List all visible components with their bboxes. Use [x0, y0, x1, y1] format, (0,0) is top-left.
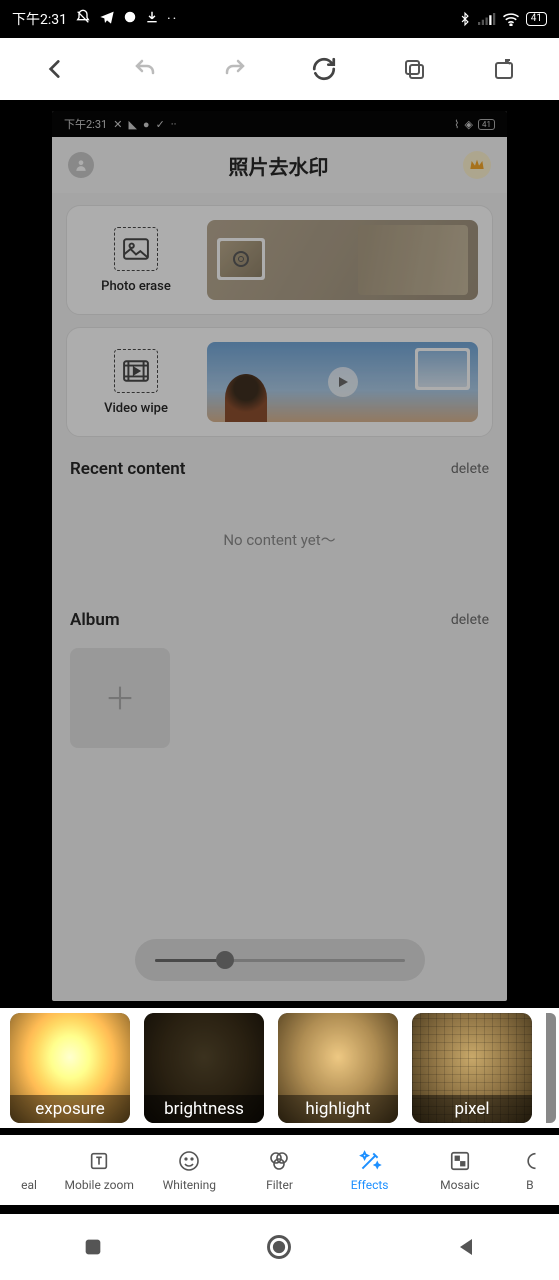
battery-icon: 41	[478, 119, 495, 130]
partial-icon	[517, 1148, 543, 1174]
tabs-button[interactable]	[400, 55, 428, 83]
inner-app-screenshot: 下午2:31 ✕ ◣ ●✓·· ⌇ ◈ 41 照片去水印	[52, 111, 507, 1001]
tool-b[interactable]: B	[515, 1148, 545, 1192]
telegram-icon: ◣	[128, 118, 136, 131]
inner-app-title: 照片去水印	[229, 151, 329, 180]
face-icon	[176, 1148, 202, 1174]
play-icon	[328, 367, 358, 397]
tools-bar: eal Mobile zoom Whitening Filter Effects…	[0, 1135, 559, 1205]
effect-label: brightness	[144, 1095, 264, 1123]
slider-thumb[interactable]	[216, 951, 234, 969]
bell-off-icon	[75, 9, 91, 29]
effect-label: exposure	[10, 1095, 130, 1123]
tool-effects[interactable]: Effects	[335, 1148, 405, 1192]
tool-filter[interactable]: Filter	[244, 1148, 314, 1192]
album-title: Album	[70, 610, 120, 630]
effects-strip[interactable]: exposure brightness highlight pixel	[0, 1008, 559, 1128]
system-back-button[interactable]	[450, 1231, 482, 1263]
recent-delete-button[interactable]: delete	[451, 461, 489, 477]
recent-empty-message: No content yet～	[52, 489, 507, 600]
adjustment-slider[interactable]	[135, 939, 425, 981]
browser-nav-bar	[0, 38, 559, 100]
inner-status-bar: 下午2:31 ✕ ◣ ●✓·· ⌇ ◈ 41	[52, 111, 507, 137]
tool-whitening[interactable]: Whitening	[154, 1148, 224, 1192]
redo-button[interactable]	[221, 55, 249, 83]
photo-erase-label: Photo erase	[101, 279, 171, 294]
profile-avatar[interactable]	[68, 152, 94, 178]
effect-label: highlight	[278, 1095, 398, 1123]
tool-label: Whitening	[163, 1178, 216, 1192]
tool-label: Filter	[266, 1178, 293, 1192]
bluetooth-icon	[458, 11, 472, 27]
status-time: 下午2:31	[12, 9, 67, 29]
video-wipe-label: Video wipe	[104, 401, 168, 416]
effect-tile-pixel[interactable]: pixel	[412, 1013, 532, 1123]
chat-icon	[123, 10, 137, 28]
undo-button[interactable]	[131, 55, 159, 83]
share-button[interactable]	[490, 55, 518, 83]
tool-label: Effects	[351, 1178, 389, 1192]
effect-tile-next[interactable]	[546, 1013, 556, 1123]
crop-icon	[86, 1148, 112, 1174]
video-wipe-thumb	[207, 342, 478, 422]
system-recent-button[interactable]	[77, 1231, 109, 1263]
tool-label: eal	[21, 1178, 37, 1192]
tool-label: Mosaic	[440, 1178, 479, 1192]
inner-app-header: 照片去水印	[52, 137, 507, 193]
album-delete-button[interactable]: delete	[451, 612, 489, 628]
phone-status-bar: 下午2:31 ·· 41	[0, 0, 559, 38]
tool-label: Mobile zoom	[65, 1178, 134, 1192]
effect-tile-brightness[interactable]: brightness	[144, 1013, 264, 1123]
wifi-icon: ◈	[465, 118, 473, 131]
mosaic-icon	[447, 1148, 473, 1174]
filter-icon	[266, 1148, 292, 1174]
photo-erase-card[interactable]: Photo erase	[66, 205, 493, 315]
more-dots-icon: ··	[167, 11, 178, 27]
photo-icon	[114, 227, 158, 271]
tool-mobile-zoom[interactable]: Mobile zoom	[64, 1148, 134, 1192]
album-add-button[interactable]	[70, 648, 170, 748]
effect-tile-exposure[interactable]: exposure	[10, 1013, 130, 1123]
bluetooth-icon: ⌇	[454, 118, 459, 131]
download-icon	[145, 10, 159, 28]
reload-button[interactable]	[310, 55, 338, 83]
tool-seal[interactable]: eal	[14, 1148, 44, 1192]
recent-section-header: Recent content delete	[52, 449, 507, 489]
system-home-button[interactable]	[263, 1231, 295, 1263]
system-nav-bar	[0, 1214, 559, 1280]
video-wipe-card[interactable]: Video wipe	[66, 327, 493, 437]
magic-wand-icon	[357, 1148, 383, 1174]
signal-icon	[478, 12, 496, 26]
tool-label: B	[526, 1178, 533, 1192]
video-icon	[114, 349, 158, 393]
telegram-icon	[99, 9, 115, 29]
effect-tile-highlight[interactable]: highlight	[278, 1013, 398, 1123]
crown-button[interactable]	[463, 151, 491, 179]
tool-mosaic[interactable]: Mosaic	[425, 1148, 495, 1192]
battery-icon: 41	[526, 12, 547, 26]
wifi-icon	[502, 12, 520, 26]
recent-title: Recent content	[70, 459, 185, 479]
photo-erase-thumb	[207, 220, 478, 300]
back-button[interactable]	[41, 55, 69, 83]
bell-off-icon: ✕	[113, 118, 122, 131]
album-section-header: Album delete	[52, 600, 507, 640]
effect-label: pixel	[412, 1095, 532, 1123]
